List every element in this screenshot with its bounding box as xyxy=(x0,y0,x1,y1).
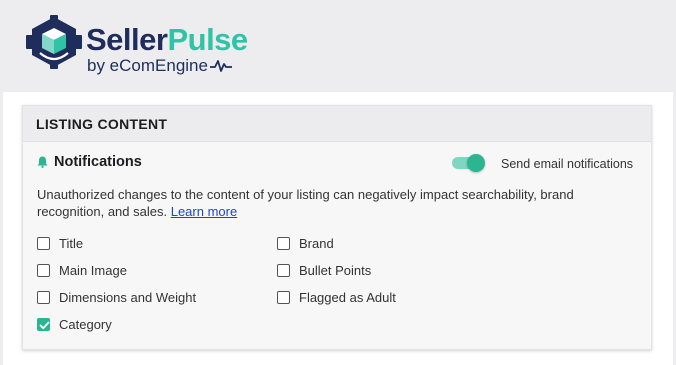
checkbox-bullet-points[interactable] xyxy=(277,264,290,277)
checkbox-dimensions-weight[interactable] xyxy=(37,291,50,304)
app-header: SellerPulse by eComEngine xyxy=(0,0,676,90)
option-label: Main Image xyxy=(59,263,127,278)
content-area: LISTING CONTENT Notifications Send email… xyxy=(3,92,673,365)
description-text: Unauthorized changes to the content of y… xyxy=(37,186,643,220)
toggle-knob xyxy=(467,154,485,172)
checkmark-icon xyxy=(39,321,50,330)
bell-icon xyxy=(37,156,48,168)
brand-subtitle: by eComEngine xyxy=(87,56,232,76)
brand-title-part2: Pulse xyxy=(167,22,248,57)
card-header: LISTING CONTENT xyxy=(23,106,651,142)
checkbox-main-image[interactable] xyxy=(37,264,50,277)
brand-subtitle-text: by eComEngine xyxy=(87,56,208,75)
listing-content-card: LISTING CONTENT Notifications Send email… xyxy=(22,105,652,350)
description-body: Unauthorized changes to the content of y… xyxy=(37,187,574,219)
toggle-label: Send email notifications xyxy=(501,157,634,171)
notifications-title: Notifications xyxy=(54,154,142,170)
option-label: Bullet Points xyxy=(299,263,372,278)
option-label: Title xyxy=(59,236,84,251)
email-notifications-toggle[interactable] xyxy=(452,154,485,172)
pulse-icon xyxy=(209,59,232,72)
checkbox-brand[interactable] xyxy=(277,237,290,250)
option-label: Brand xyxy=(299,236,334,251)
checkbox-flagged-adult[interactable] xyxy=(277,291,290,304)
checkbox-category[interactable] xyxy=(37,318,50,331)
brand-title-part1: Seller xyxy=(86,22,168,57)
option-label: Category xyxy=(59,317,112,332)
option-label: Dimensions and Weight xyxy=(59,290,197,305)
learn-more-link[interactable]: Learn more xyxy=(171,204,237,219)
notifications-row: Notifications Send email notifications xyxy=(37,154,643,174)
checkbox-title[interactable] xyxy=(37,237,50,250)
sellerpulse-logo-icon xyxy=(26,15,82,69)
option-label: Flagged as Adult xyxy=(299,290,396,305)
brand-title: SellerPulse xyxy=(86,23,248,57)
